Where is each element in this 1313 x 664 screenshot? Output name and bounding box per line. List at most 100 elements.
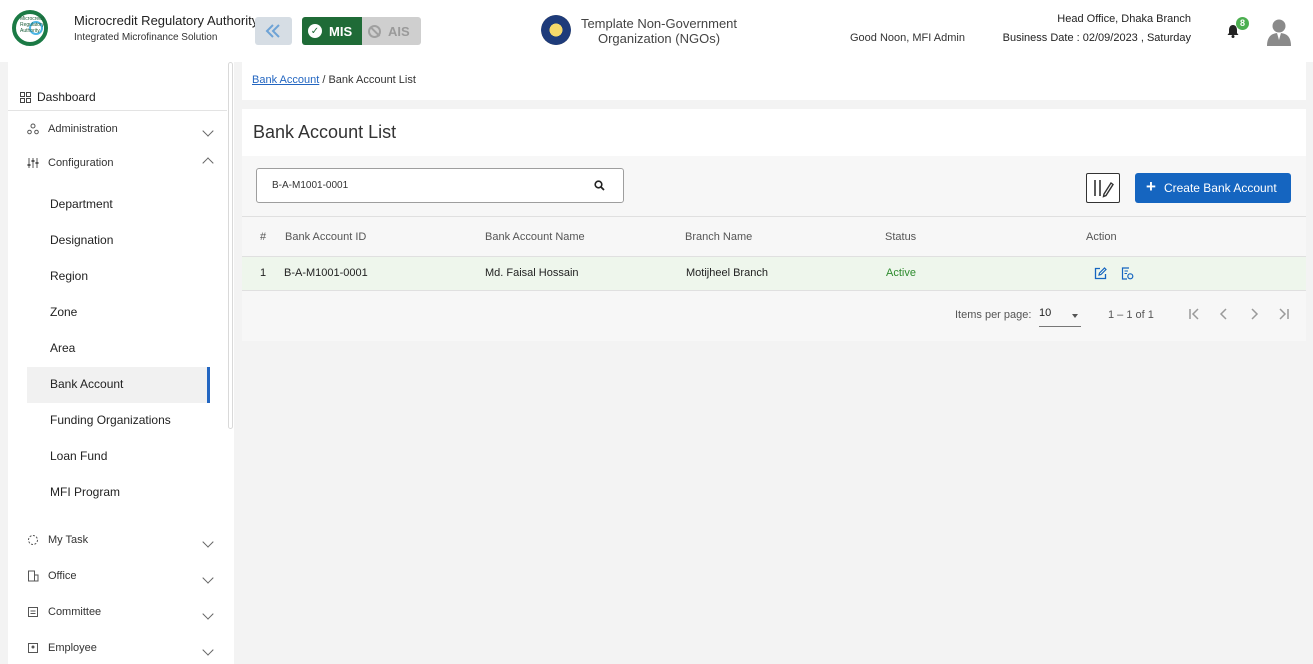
notification-badge: 8	[1236, 17, 1249, 30]
search-icon[interactable]	[594, 180, 605, 191]
column-header-bank-account-name[interactable]: Bank Account Name	[485, 231, 585, 243]
sidebar-item-label: Employee	[48, 642, 97, 654]
logo-text: Microcredit Regulatory Authority	[20, 16, 45, 34]
chevron-down-icon	[202, 572, 214, 584]
sidebar-item-label: My Task	[48, 534, 89, 546]
check-circle-icon: ✓	[308, 24, 322, 38]
edit-icon[interactable]	[1094, 267, 1107, 280]
sidebar-item-my-task[interactable]: My Task	[26, 534, 214, 548]
employee-icon	[26, 642, 40, 654]
sidebar-item-employee[interactable]: Employee	[26, 642, 214, 656]
sidebar-item-label: Office	[48, 570, 77, 582]
sidebar-item-office[interactable]: Office	[26, 570, 214, 584]
branch-name: Head Office, Dhaka Branch	[1057, 13, 1191, 25]
status-badge: Active	[886, 267, 916, 279]
create-bank-account-button[interactable]: + Create Bank Account	[1135, 173, 1291, 203]
pagination: Items per page: 10 1 – 1 of 1	[242, 299, 1306, 329]
sidebar-item-region[interactable]: Region	[50, 258, 88, 294]
org-title: Microcredit Regulatory Authority	[74, 13, 259, 28]
sidebar-item-label: Administration	[48, 123, 118, 135]
sidebar-item-funding-organizations[interactable]: Funding Organizations	[50, 402, 171, 438]
grid-icon	[20, 91, 31, 103]
ngo-name-line1: Template Non-Government	[580, 16, 738, 31]
cell-bank-account-name: Md. Faisal Hossain	[485, 267, 579, 279]
sliders-icon	[26, 157, 40, 169]
panel-header: Bank Account List	[242, 109, 1306, 156]
column-toggle-button[interactable]	[1086, 173, 1120, 203]
sidebar-item-bank-account[interactable]: Bank Account	[50, 366, 123, 402]
ngo-name: Template Non-Government Organization (NG…	[578, 16, 740, 46]
greeting-text: Good Noon, MFI Admin	[850, 32, 965, 44]
view-details-icon[interactable]	[1121, 267, 1134, 280]
table-header: # Bank Account ID Bank Account Name Bran…	[242, 216, 1306, 257]
sidebar-item-administration[interactable]: Administration	[26, 123, 214, 137]
ngo-seal-icon	[541, 15, 571, 45]
admin-icon	[26, 123, 40, 135]
sidebar: Dashboard Administration Configuration D…	[8, 62, 234, 664]
breadcrumb-separator: /	[322, 74, 326, 86]
bank-account-list-panel: Bank Account List B-A-M1001-0001 + Creat…	[242, 109, 1306, 341]
sidebar-item-mfi-program[interactable]: MFI Program	[50, 474, 120, 510]
sidebar-item-loan-fund[interactable]: Loan Fund	[50, 438, 107, 474]
double-chevron-left-icon	[265, 24, 280, 38]
chevron-down-icon	[202, 536, 214, 548]
breadcrumb-current: Bank Account List	[328, 74, 416, 86]
page-range: 1 – 1 of 1	[1108, 309, 1154, 321]
chevron-up-icon	[202, 157, 214, 169]
last-page-icon[interactable]	[1276, 306, 1292, 322]
caret-down-icon	[1072, 314, 1078, 318]
office-icon	[26, 570, 40, 582]
column-edit-icon	[1094, 180, 1114, 198]
sidebar-item-label: Configuration	[48, 157, 114, 169]
mis-label: MIS	[329, 23, 353, 39]
next-page-icon[interactable]	[1246, 306, 1262, 322]
sidebar-item-zone[interactable]: Zone	[50, 294, 77, 330]
sidebar-item-committee[interactable]: Committee	[26, 606, 214, 620]
search-input[interactable]: B-A-M1001-0001	[256, 168, 624, 203]
sidebar-item-designation[interactable]: Designation	[50, 222, 113, 258]
chevron-down-icon	[202, 125, 214, 137]
column-header-bank-account-id[interactable]: Bank Account ID	[285, 231, 366, 243]
create-button-label: Create Bank Account	[1163, 181, 1277, 195]
cell-index: 1	[260, 267, 267, 279]
column-header-status[interactable]: Status	[885, 231, 916, 243]
sidebar-scrollbar[interactable]	[228, 62, 233, 429]
sidebar-item-label: Committee	[48, 606, 102, 618]
ngo-name-line2: Organization (NGOs)	[597, 31, 721, 46]
ban-icon	[368, 24, 381, 38]
items-per-page-value: 10	[1039, 307, 1052, 319]
sidebar-item-configuration[interactable]: Configuration	[26, 157, 214, 169]
plus-icon: +	[1146, 177, 1156, 196]
column-header-branch-name[interactable]: Branch Name	[685, 231, 752, 243]
sidebar-item-department[interactable]: Department	[50, 186, 113, 222]
breadcrumb: Bank Account / Bank Account List	[242, 62, 1306, 100]
business-date: Business Date : 02/09/2023 , Saturday	[1002, 32, 1191, 44]
ais-button[interactable]: AIS	[362, 17, 421, 45]
app-header: Microcredit Regulatory Authority Microcr…	[0, 0, 1313, 62]
sidebar-item-area[interactable]: Area	[50, 330, 75, 366]
items-per-page-select[interactable]: 10	[1039, 307, 1081, 327]
committee-icon	[26, 606, 40, 618]
cell-bank-account-id: B-A-M1001-0001	[284, 267, 368, 279]
page-title: Bank Account List	[253, 122, 397, 142]
previous-page-icon[interactable]	[1216, 306, 1232, 322]
search-input-value: B-A-M1001-0001	[272, 180, 349, 191]
breadcrumb-trail: Bank Account / Bank Account List	[252, 74, 416, 86]
cell-branch-name: Motijheel Branch	[686, 267, 768, 279]
org-subtitle: Integrated Microfinance Solution	[74, 32, 218, 43]
sidebar-collapse-button[interactable]	[255, 17, 292, 45]
items-per-page-label: Items per page:	[955, 309, 1032, 321]
task-icon	[26, 534, 40, 546]
column-header-index: #	[260, 231, 267, 243]
mis-button[interactable]: ✓ MIS	[302, 17, 362, 45]
first-page-icon[interactable]	[1186, 306, 1202, 322]
breadcrumb-link-bank-account[interactable]: Bank Account	[252, 74, 319, 86]
chevron-down-icon	[202, 608, 214, 620]
divider	[8, 110, 227, 111]
table-row[interactable]: 1 B-A-M1001-0001 Md. Faisal Hossain Moti…	[242, 257, 1306, 291]
user-avatar-icon[interactable]	[1266, 18, 1292, 46]
column-header-action: Action	[1086, 231, 1117, 243]
sidebar-item-dashboard[interactable]: Dashboard	[20, 84, 230, 110]
dashboard-label: Dashboard	[37, 90, 96, 104]
chevron-down-icon	[202, 644, 214, 656]
